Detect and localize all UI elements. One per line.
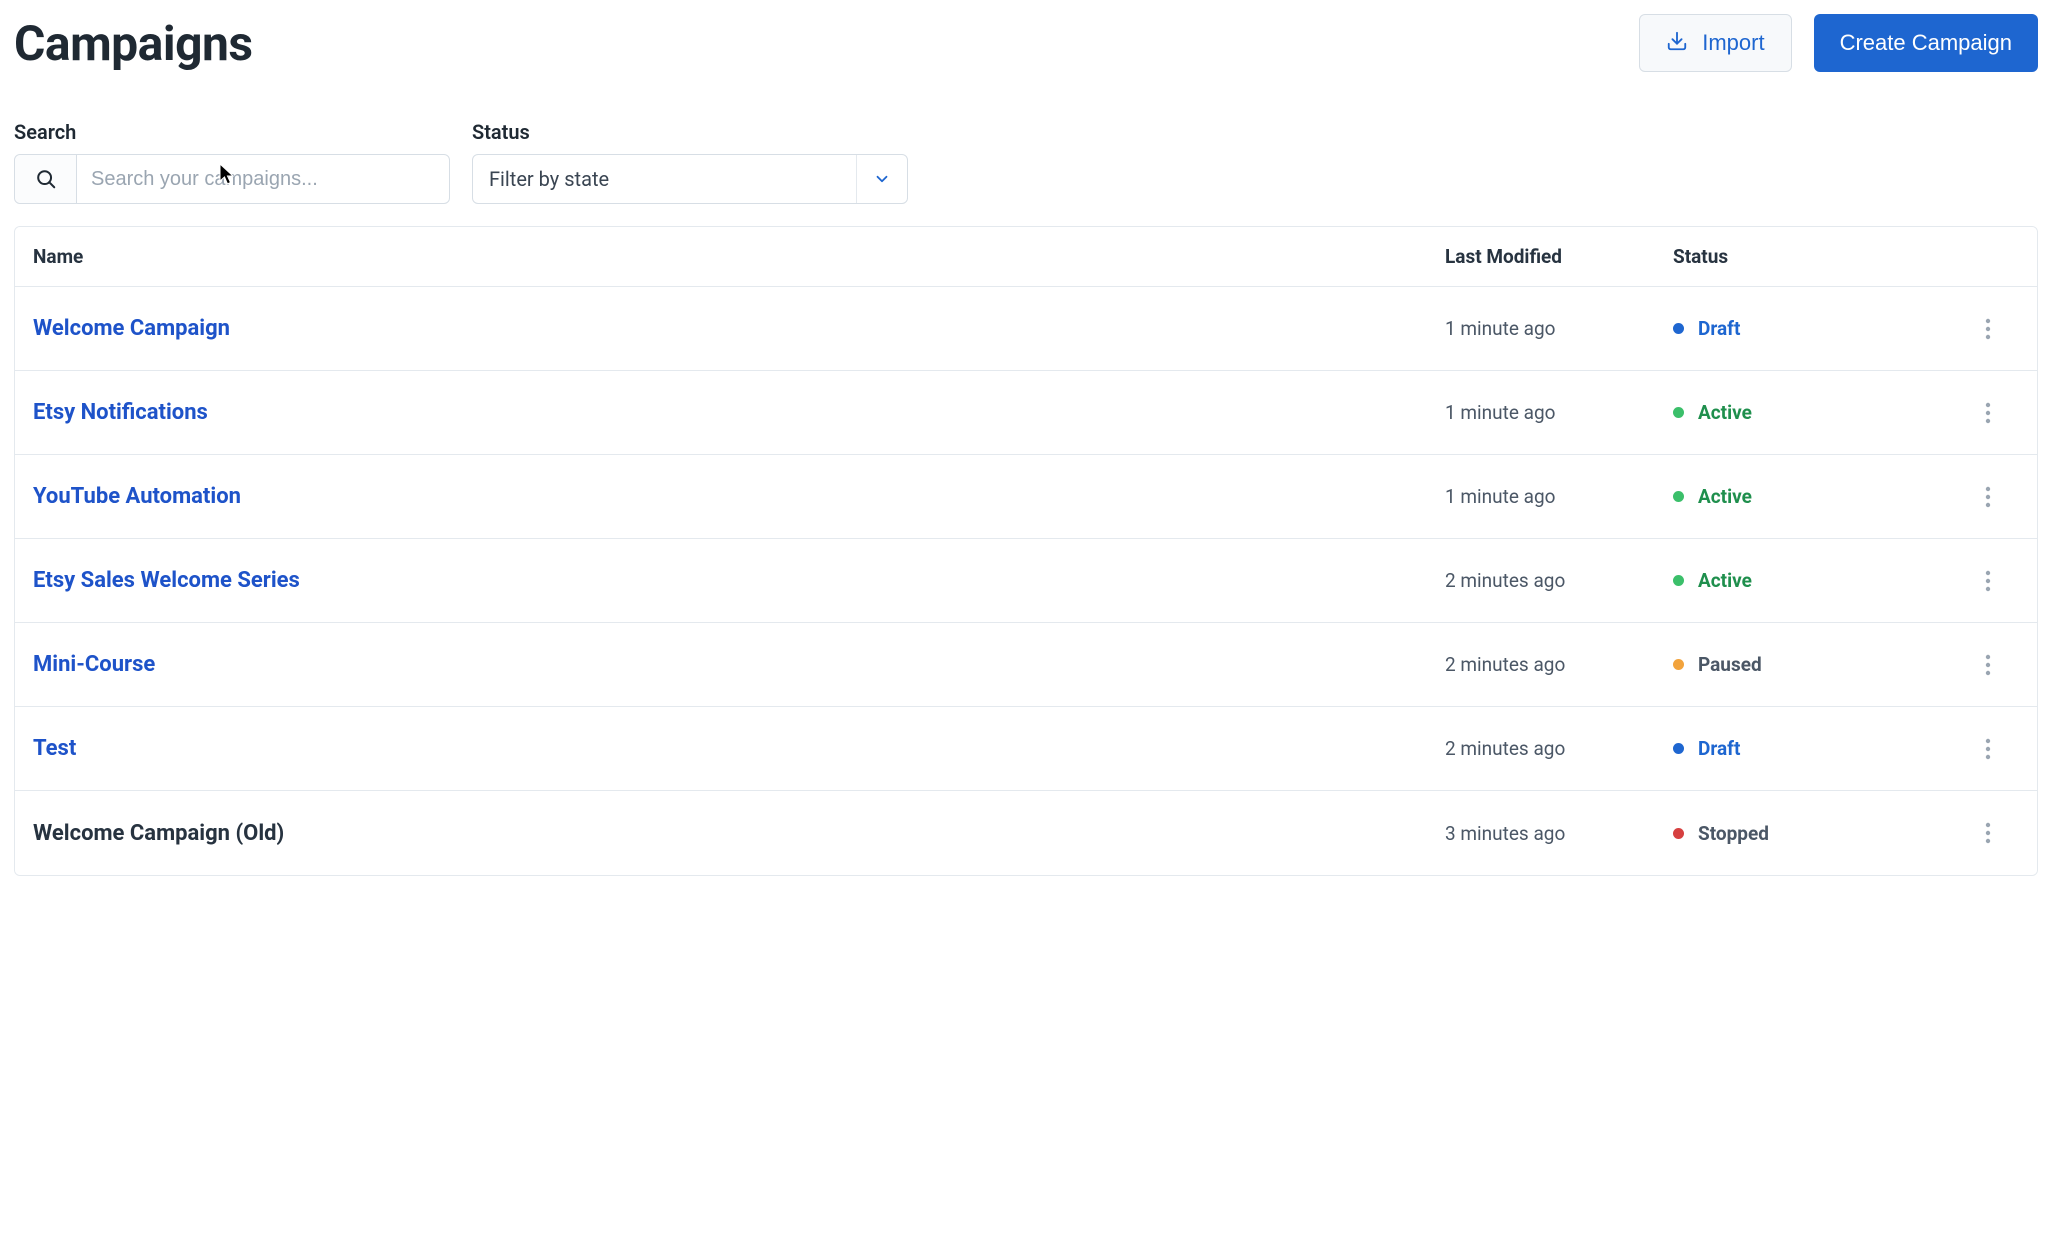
last-modified: 3 minutes ago xyxy=(1445,822,1673,845)
status-dot-icon xyxy=(1673,743,1684,754)
row-actions-button[interactable] xyxy=(1957,822,2019,844)
create-campaign-button[interactable]: Create Campaign xyxy=(1814,14,2038,72)
table-row: Test 2 minutes ago Draft xyxy=(15,707,2037,791)
status-text: Active xyxy=(1698,401,1752,424)
more-vertical-icon xyxy=(1985,738,1991,760)
search-input[interactable] xyxy=(77,168,449,191)
campaigns-table: Name Last Modified Status Welcome Campai… xyxy=(14,226,2038,876)
status-cell: Paused xyxy=(1673,653,1957,676)
last-modified: 1 minute ago xyxy=(1445,401,1673,424)
status-text: Draft xyxy=(1698,317,1740,340)
row-actions-button[interactable] xyxy=(1957,318,2019,340)
campaign-name[interactable]: Etsy Notifications xyxy=(33,400,1445,425)
status-dot-icon xyxy=(1673,407,1684,418)
header-actions: Import Create Campaign xyxy=(1639,14,2038,72)
last-modified: 2 minutes ago xyxy=(1445,653,1673,676)
table-row: YouTube Automation 1 minute ago Active xyxy=(15,455,2037,539)
row-actions-button[interactable] xyxy=(1957,738,2019,760)
more-vertical-icon xyxy=(1985,654,1991,676)
row-actions-button[interactable] xyxy=(1957,654,2019,676)
status-text: Stopped xyxy=(1698,822,1769,845)
more-vertical-icon xyxy=(1985,570,1991,592)
status-dot-icon xyxy=(1673,323,1684,334)
page-title: Campaigns xyxy=(14,15,253,72)
import-icon xyxy=(1666,30,1688,56)
status-filter-select[interactable]: Filter by state xyxy=(472,154,908,204)
campaign-name[interactable]: Etsy Sales Welcome Series xyxy=(33,568,1445,593)
last-modified: 1 minute ago xyxy=(1445,317,1673,340)
status-filter-placeholder: Filter by state xyxy=(489,167,609,191)
chevron-down-icon xyxy=(856,155,891,203)
more-vertical-icon xyxy=(1985,822,1991,844)
create-campaign-label: Create Campaign xyxy=(1840,32,2012,54)
more-vertical-icon xyxy=(1985,486,1991,508)
status-dot-icon xyxy=(1673,575,1684,586)
col-name: Name xyxy=(33,245,1445,268)
more-vertical-icon xyxy=(1985,402,1991,424)
table-row: Etsy Sales Welcome Series 2 minutes ago … xyxy=(15,539,2037,623)
campaign-name[interactable]: Mini-Course xyxy=(33,652,1445,677)
status-cell: Draft xyxy=(1673,317,1957,340)
row-actions-button[interactable] xyxy=(1957,570,2019,592)
status-text: Active xyxy=(1698,569,1752,592)
status-text: Draft xyxy=(1698,737,1740,760)
table-header: Name Last Modified Status xyxy=(15,227,2037,287)
table-row: Welcome Campaign (Old) 3 minutes ago Sto… xyxy=(15,791,2037,875)
status-filter-label: Status xyxy=(472,120,908,144)
campaign-name[interactable]: Welcome Campaign xyxy=(33,316,1445,341)
status-cell: Active xyxy=(1673,569,1957,592)
last-modified: 2 minutes ago xyxy=(1445,569,1673,592)
row-actions-button[interactable] xyxy=(1957,402,2019,424)
col-last-modified: Last Modified xyxy=(1445,245,1673,268)
more-vertical-icon xyxy=(1985,318,1991,340)
campaign-name[interactable]: Test xyxy=(33,736,1445,761)
last-modified: 2 minutes ago xyxy=(1445,737,1673,760)
status-cell: Stopped xyxy=(1673,822,1957,845)
import-label: Import xyxy=(1702,32,1764,54)
search-label: Search xyxy=(14,120,450,144)
status-cell: Active xyxy=(1673,401,1957,424)
campaign-name[interactable]: YouTube Automation xyxy=(33,484,1445,509)
import-button[interactable]: Import xyxy=(1639,14,1791,72)
status-text: Paused xyxy=(1698,653,1762,676)
col-status: Status xyxy=(1673,245,1957,268)
status-cell: Draft xyxy=(1673,737,1957,760)
status-dot-icon xyxy=(1673,659,1684,670)
table-row: Mini-Course 2 minutes ago Paused xyxy=(15,623,2037,707)
status-dot-icon xyxy=(1673,828,1684,839)
status-text: Active xyxy=(1698,485,1752,508)
table-row: Etsy Notifications 1 minute ago Active xyxy=(15,371,2037,455)
status-dot-icon xyxy=(1673,491,1684,502)
campaign-name: Welcome Campaign (Old) xyxy=(33,821,1445,846)
table-row: Welcome Campaign 1 minute ago Draft xyxy=(15,287,2037,371)
row-actions-button[interactable] xyxy=(1957,486,2019,508)
search-field[interactable] xyxy=(14,154,450,204)
last-modified: 1 minute ago xyxy=(1445,485,1673,508)
search-icon xyxy=(15,155,77,203)
status-cell: Active xyxy=(1673,485,1957,508)
